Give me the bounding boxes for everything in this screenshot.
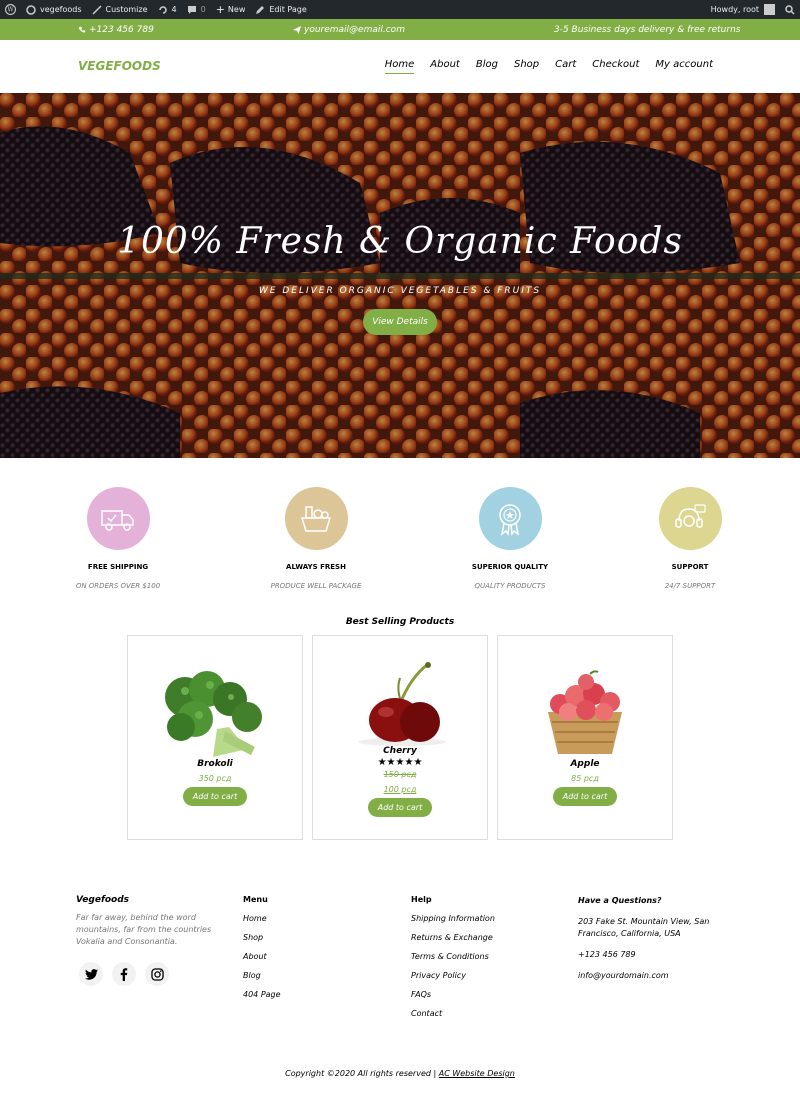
- product-price: 100 рсд: [383, 785, 417, 794]
- footer-menu-title: Menu: [243, 895, 268, 904]
- add-to-cart-button[interactable]: Add to cart: [368, 798, 432, 817]
- topbar-delivery: 3-5 Business days delivery & free return…: [554, 24, 741, 35]
- avatar: [764, 4, 775, 15]
- nav-shop[interactable]: Shop: [514, 59, 539, 70]
- add-to-cart-button[interactable]: Add to cart: [553, 787, 617, 806]
- footer-link-privacy[interactable]: Privacy Policy: [411, 971, 495, 980]
- footer-link-404[interactable]: 404 Page: [243, 990, 281, 999]
- admin-account-menu[interactable]: Howdy, root: [706, 0, 780, 19]
- nav-cart[interactable]: Cart: [555, 59, 576, 70]
- site-logo[interactable]: VEGEFOODS: [78, 59, 161, 73]
- credit-link[interactable]: AC Website Design: [439, 1069, 515, 1078]
- section-title: Best Selling Products: [345, 617, 455, 627]
- footer-link-contact[interactable]: Contact: [411, 1009, 495, 1018]
- comment-icon: [187, 5, 196, 14]
- footer-link-shop[interactable]: Shop: [243, 933, 281, 942]
- contact-topbar: +123 456 789 youremail@email.com 3-5 Bus…: [0, 19, 800, 40]
- hero-title: 100% Fresh & Organic Foods: [117, 221, 683, 262]
- svg-text:W: W: [7, 7, 14, 14]
- updates-icon: [158, 5, 167, 14]
- footer-phone[interactable]: +123 456 789: [578, 949, 728, 961]
- footer-contact: Have a Questions? 203 Fake St. Mountain …: [578, 895, 728, 991]
- admin-new-link[interactable]: + New: [211, 0, 251, 19]
- admin-site-link[interactable]: vegefoods: [21, 0, 87, 19]
- admin-search-button[interactable]: [780, 0, 800, 19]
- footer-link-blog[interactable]: Blog: [243, 971, 281, 980]
- footer-email[interactable]: info@yourdomain.com: [578, 970, 728, 982]
- product-price: 350 рсд: [198, 774, 232, 783]
- paper-plane-icon: [293, 25, 301, 34]
- service-free-shipping: FREE SHIPPING ON ORDERS OVER $100: [38, 487, 198, 590]
- admin-comments-link[interactable]: 0: [182, 0, 211, 19]
- nav-my-account[interactable]: My account: [655, 59, 713, 70]
- admin-updates-link[interactable]: 4: [153, 0, 182, 19]
- topbar-phone: +123 456 789: [78, 19, 154, 40]
- basket-icon: [284, 487, 348, 550]
- product-image-apple[interactable]: [498, 668, 672, 760]
- instagram-icon[interactable]: [145, 962, 169, 986]
- dashboard-icon: [26, 4, 36, 15]
- twitter-icon[interactable]: [79, 962, 103, 986]
- wordpress-logo-icon[interactable]: W: [0, 0, 21, 19]
- pencil-icon: [256, 5, 265, 14]
- product-price: 85 рсд: [571, 774, 599, 783]
- footer-link-terms[interactable]: Terms & Conditions: [411, 952, 495, 961]
- admin-customize-link[interactable]: Customize: [87, 0, 153, 19]
- footer-link-about[interactable]: About: [243, 952, 281, 961]
- topbar-email[interactable]: youremail@email.com: [293, 19, 405, 40]
- nav-checkout[interactable]: Checkout: [592, 59, 639, 70]
- product-image-broccoli[interactable]: [128, 669, 302, 759]
- footer-help-title: Help: [411, 895, 432, 904]
- service-support: SUPPORT 24/7 SUPPORT: [610, 487, 770, 590]
- product-card[interactable]: Cherry ★★★★★ 150 рсд 100 рсд Add to cart: [312, 635, 488, 840]
- footer-link-returns[interactable]: Returns & Exchange: [411, 933, 495, 942]
- product-old-price: 150 рсд: [383, 770, 417, 779]
- award-icon: [478, 487, 542, 550]
- brush-icon: [91, 4, 102, 15]
- footer-about-text: Far far away, behind the word mountains,…: [76, 913, 212, 946]
- footer-about: Vegefoods Far far away, behind the word …: [76, 895, 226, 948]
- footer-link-shipping[interactable]: Shipping Information: [411, 914, 495, 923]
- nav-blog[interactable]: Blog: [476, 59, 498, 70]
- main-menu: Home About Blog Shop Cart Checkout My ac…: [369, 59, 713, 74]
- phone-icon: [78, 26, 86, 33]
- footer-link-home[interactable]: Home: [243, 914, 281, 923]
- rating-stars: ★★★★★: [377, 757, 423, 768]
- footer-contact-title: Have a Questions?: [578, 896, 662, 905]
- main-navbar: VEGEFOODS Home About Blog Shop Cart Chec…: [0, 40, 800, 93]
- product-name[interactable]: Cherry: [313, 746, 487, 756]
- product-card[interactable]: Brokoli 350 рсд Add to cart: [127, 635, 303, 840]
- footer-about-title: Vegefoods: [76, 895, 130, 905]
- hero-subtitle: WE DELIVER ORGANIC VEGETABLES & FRUITS: [258, 286, 542, 296]
- product-name[interactable]: Apple: [498, 759, 672, 769]
- footer-link-faqs[interactable]: FAQs: [411, 990, 495, 999]
- footer-menu: Menu Home Shop About Blog 404 Page: [243, 895, 281, 1009]
- footer-help: Help Shipping Information Returns & Exch…: [411, 895, 495, 1028]
- footer-address: 203 Fake St. Mountain View, San Francisc…: [578, 917, 710, 938]
- plus-icon: +: [215, 3, 225, 16]
- nav-about[interactable]: About: [430, 59, 460, 70]
- wp-admin-bar: W vegefoods Customize 4 0 + New Edit Pag…: [0, 0, 800, 19]
- facebook-icon[interactable]: [112, 962, 136, 986]
- admin-edit-page-link[interactable]: Edit Page: [250, 0, 311, 19]
- hero-banner: 100% Fresh & Organic Foods WE DELIVER OR…: [0, 93, 800, 458]
- add-to-cart-button[interactable]: Add to cart: [183, 787, 247, 806]
- service-always-fresh: ALWAYS FRESH PRODUCE WELL PACKAGE: [236, 487, 396, 590]
- product-image-cherry[interactable]: [313, 660, 487, 746]
- truck-icon: [86, 487, 150, 550]
- product-name[interactable]: Brokoli: [128, 759, 302, 769]
- service-superior-quality: SUPERIOR QUALITY QUALITY PRODUCTS: [430, 487, 590, 590]
- view-details-button[interactable]: View Details: [363, 309, 437, 335]
- product-card[interactable]: Apple 85 рсд Add to cart: [497, 635, 673, 840]
- search-icon: [785, 4, 795, 15]
- copyright: Copyright ©2020 All rights reserved | AC…: [285, 1069, 515, 1078]
- nav-home[interactable]: Home: [384, 59, 414, 74]
- headset-icon: [658, 487, 722, 550]
